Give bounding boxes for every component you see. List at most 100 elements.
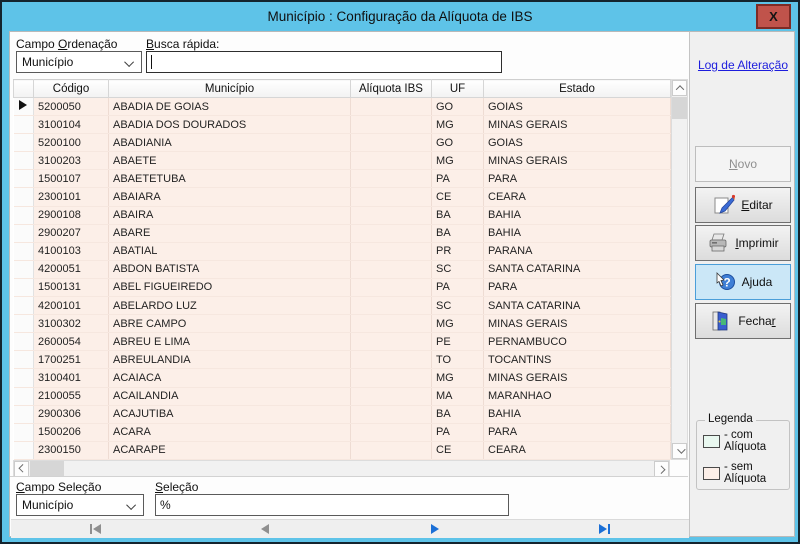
- table-row[interactable]: 2600054ABREU E LIMAPEPERNAMBUCO: [14, 333, 671, 351]
- horizontal-scrollbar[interactable]: [13, 460, 670, 477]
- table-row[interactable]: 4100103ABATIALPRPARANA: [14, 242, 671, 260]
- table-header-row: Código Município Alíquota IBS UF Estado: [14, 80, 671, 98]
- table-row[interactable]: 2100055ACAILANDIAMAMARANHAO: [14, 387, 671, 405]
- legenda-title: Legenda: [705, 413, 756, 425]
- row-selector-cell[interactable]: [14, 405, 34, 423]
- vertical-scroll-thumb[interactable]: [672, 97, 687, 119]
- campo-ordenacao-select[interactable]: Município: [16, 51, 142, 73]
- cell-aliquota: [351, 278, 432, 296]
- row-selector-cell[interactable]: [14, 188, 34, 206]
- horizontal-scroll-thumb[interactable]: [30, 461, 64, 476]
- nav-last-button[interactable]: [520, 520, 690, 538]
- row-selector-cell[interactable]: [14, 387, 34, 405]
- cell-municipio: ABEL FIGUEIREDO: [109, 278, 351, 296]
- row-selector-cell[interactable]: [14, 333, 34, 351]
- row-selector-cell[interactable]: [14, 134, 34, 152]
- table-row[interactable]: 3100104ABADIA DOS DOURADOSMGMINAS GERAIS: [14, 116, 671, 134]
- row-selector-cell[interactable]: [14, 278, 34, 296]
- column-header-estado[interactable]: Estado: [484, 80, 671, 98]
- editar-button[interactable]: Editar: [695, 187, 791, 223]
- scroll-right-button[interactable]: [654, 461, 669, 477]
- scroll-left-button[interactable]: [14, 461, 29, 477]
- row-selector-cell[interactable]: [14, 98, 34, 116]
- row-selector-cell[interactable]: [14, 152, 34, 170]
- cell-municipio: ACAIACA: [109, 369, 351, 387]
- row-selector-cell[interactable]: [14, 242, 34, 260]
- cell-aliquota: [351, 98, 432, 116]
- column-header-uf[interactable]: UF: [432, 80, 484, 98]
- table-row[interactable]: 2900108ABAIRABABAHIA: [14, 206, 671, 224]
- selecao-input[interactable]: %: [155, 494, 509, 516]
- row-selector-cell[interactable]: [14, 351, 34, 369]
- cell-aliquota: [351, 134, 432, 152]
- row-selector-cell[interactable]: [14, 297, 34, 315]
- cell-municipio: ABAETETUBA: [109, 170, 351, 188]
- cell-aliquota: [351, 423, 432, 441]
- scroll-down-button[interactable]: [672, 443, 687, 459]
- legenda-item-sem-aliquota: - sem Alíquota: [703, 461, 789, 485]
- next-record-icon: [431, 524, 439, 534]
- exit-door-icon: [710, 310, 732, 332]
- cell-codigo: 3100104: [34, 116, 109, 134]
- column-header-municipio[interactable]: Município: [109, 80, 351, 98]
- first-record-icon: [93, 524, 101, 534]
- cell-codigo: 4200051: [34, 260, 109, 278]
- table-row[interactable]: 2300101ABAIARACECEARA: [14, 188, 671, 206]
- nav-next-button[interactable]: [350, 520, 520, 538]
- row-selector-cell[interactable]: [14, 170, 34, 188]
- log-de-alteracao-link[interactable]: Log de Alteração: [690, 58, 796, 72]
- previous-record-icon: [261, 524, 269, 534]
- column-header-codigo[interactable]: Código: [34, 80, 109, 98]
- chevron-left-icon: [18, 464, 26, 472]
- campo-selecao-select[interactable]: Município: [16, 494, 144, 516]
- table-row[interactable]: 2900207ABAREBABAHIA: [14, 224, 671, 242]
- ajuda-button[interactable]: ? Ajuda: [695, 264, 791, 300]
- table-row[interactable]: 3100302ABRE CAMPOMGMINAS GERAIS: [14, 315, 671, 333]
- row-selector-cell[interactable]: [14, 206, 34, 224]
- table-row[interactable]: 5200050ABADIA DE GOIASGOGOIAS: [14, 98, 671, 116]
- row-selector-cell[interactable]: [14, 369, 34, 387]
- sidebar-panel: Log de Alteração Novo Editar Imprimir: [689, 31, 795, 537]
- fechar-button[interactable]: Fechar: [695, 303, 791, 339]
- table-row[interactable]: 5200100ABADIANIAGOGOIAS: [14, 134, 671, 152]
- table-row[interactable]: 3100203ABAETEMGMINAS GERAIS: [14, 152, 671, 170]
- table-row[interactable]: 1500131ABEL FIGUEIREDOPAPARA: [14, 278, 671, 296]
- chevron-up-icon: [675, 85, 683, 93]
- municipios-grid: Código Município Alíquota IBS UF Estado …: [13, 79, 688, 460]
- window-title: Município : Configuração da Alíquota de …: [268, 9, 533, 24]
- row-selector-cell[interactable]: [14, 224, 34, 242]
- busca-rapida-input[interactable]: [146, 51, 502, 73]
- nav-first-button[interactable]: [11, 520, 181, 538]
- cell-aliquota: [351, 441, 432, 459]
- cell-aliquota: [351, 405, 432, 423]
- row-selector-cell[interactable]: [14, 441, 34, 459]
- close-button[interactable]: X: [756, 4, 791, 29]
- cell-uf: MG: [432, 369, 484, 387]
- table-row[interactable]: 1700251ABREULANDIATOTOCANTINS: [14, 351, 671, 369]
- table-row[interactable]: 1500206ACARAPAPARA: [14, 423, 671, 441]
- imprimir-button[interactable]: Imprimir: [695, 225, 791, 261]
- table-row[interactable]: 4200101ABELARDO LUZSCSANTA CATARINA: [14, 297, 671, 315]
- cell-aliquota: [351, 369, 432, 387]
- row-selector-cell[interactable]: [14, 116, 34, 134]
- table-row[interactable]: 3100401ACAIACAMGMINAS GERAIS: [14, 369, 671, 387]
- table-row[interactable]: 1500107ABAETETUBAPAPARA: [14, 170, 671, 188]
- selector-column-header[interactable]: [14, 80, 34, 98]
- vertical-scrollbar[interactable]: [671, 79, 688, 460]
- cell-estado: MINAS GERAIS: [484, 152, 671, 170]
- table-row[interactable]: 4200051ABDON BATISTASCSANTA CATARINA: [14, 260, 671, 278]
- scroll-up-button[interactable]: [672, 80, 687, 96]
- novo-button[interactable]: Novo: [695, 146, 791, 182]
- campo-selecao-label: Campo Seleção: [16, 480, 101, 494]
- cell-uf: MG: [432, 116, 484, 134]
- row-selector-cell[interactable]: [14, 423, 34, 441]
- row-selector-cell[interactable]: [14, 260, 34, 278]
- table-row[interactable]: 2300150ACARAPECECEARA: [14, 441, 671, 459]
- row-selector-cell[interactable]: [14, 315, 34, 333]
- cell-estado: MINAS GERAIS: [484, 116, 671, 134]
- nav-previous-button[interactable]: [181, 520, 351, 538]
- table-row[interactable]: 2900306ACAJUTIBABABAHIA: [14, 405, 671, 423]
- column-header-aliquota[interactable]: Alíquota IBS: [351, 80, 432, 98]
- title-bar[interactable]: Município : Configuração da Alíquota de …: [2, 2, 798, 30]
- cell-aliquota: [351, 242, 432, 260]
